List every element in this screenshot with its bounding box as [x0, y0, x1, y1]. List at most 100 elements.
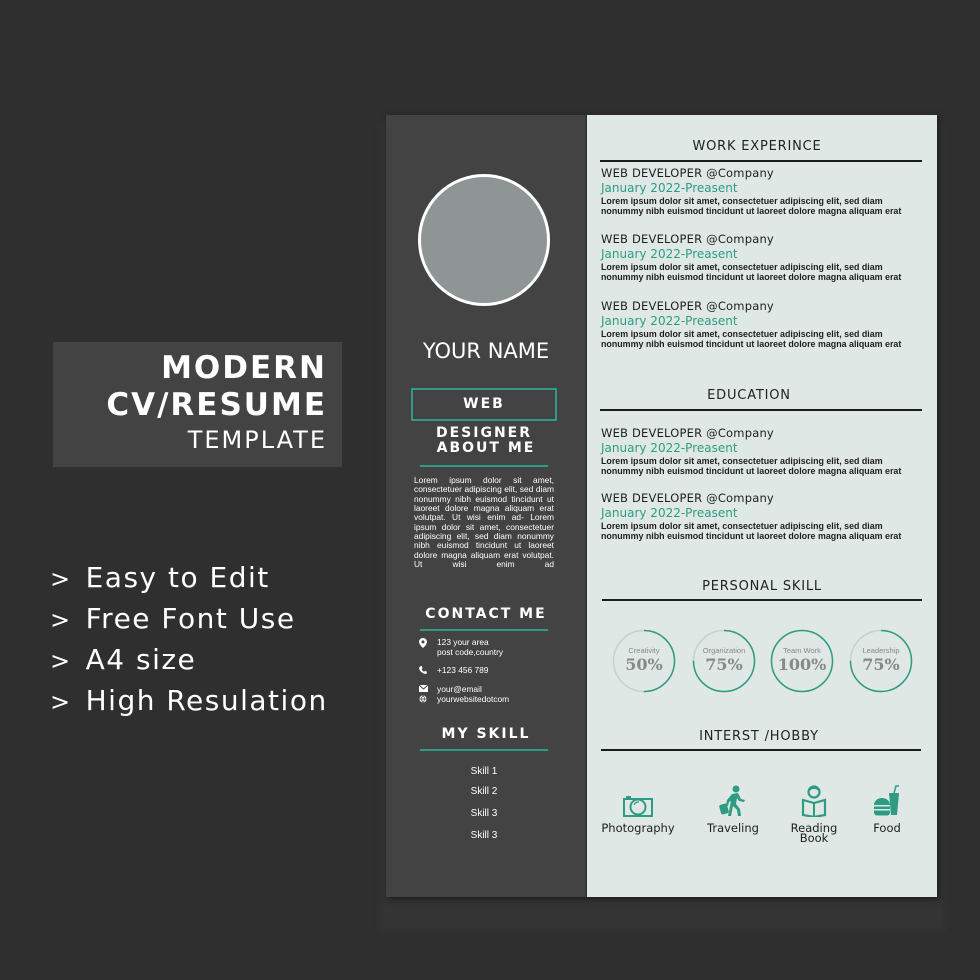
resume-main: WORK EXPERINCE WEB DEVELOPER @Company Ja… [587, 115, 937, 897]
feature-item: > A4 size [50, 642, 328, 683]
hobby-label: Food [873, 821, 901, 835]
entry-description: Lorem ipsum dolor sit amet, consectetuer… [601, 329, 931, 350]
chevron-right-icon: > [50, 565, 72, 593]
feature-text: Free Font Use [85, 602, 296, 635]
profile-photo-placeholder[interactable] [418, 174, 550, 306]
work-entry: WEB DEVELOPER @Company January 2022-Prea… [601, 299, 931, 350]
hobby-food: Food [842, 781, 932, 835]
entry-description-line: Lorem ipsum dolor sit amet, consectetuer… [601, 262, 883, 272]
chevron-right-icon: > [50, 606, 72, 634]
entry-description-line: nonummy nibh euismod tincidunt ut laoree… [601, 206, 902, 217]
entry-date: January 2022-Preasent [601, 181, 738, 195]
personal-skill-divider [602, 599, 922, 601]
skill-item: Skill 3 [470, 830, 498, 841]
skill-gauge-value: 75% [705, 655, 743, 674]
hobby-label-line: Book [799, 831, 829, 845]
skill-gauge-value: 100% [777, 655, 827, 674]
entry-description-line: Lorem ipsum dolor sit amet, consectetuer… [601, 521, 883, 531]
location-pin-icon [418, 638, 428, 651]
website-address: yourwebsitedotcom [437, 694, 510, 704]
education-entry: WEB DEVELOPER @Company January 2022-Prea… [601, 426, 931, 477]
entry-description: Lorem ipsum dolor sit amet, consectetuer… [601, 262, 931, 283]
promo-title-cv-resume: CV/RESUME [106, 387, 327, 423]
food-icon [842, 781, 932, 817]
entry-description-line: nonummy nibh euismod tincidunt ut laoree… [601, 272, 902, 283]
skill-gauge-team-work: Team Work 100% [770, 629, 834, 693]
my-skill-heading: MY SKILL [441, 726, 531, 742]
entry-description: Lorem ipsum dolor sit amet, consectetuer… [601, 521, 931, 542]
entry-title: WEB DEVELOPER @Company [601, 491, 774, 505]
resume-role-badge: WEB DESIGNER [411, 388, 557, 441]
skill-item: Skill 3 [470, 808, 498, 819]
hobby-heading: INTERST /HOBBY [699, 729, 819, 744]
entry-description: Lorem ipsum dolor sit amet, consectetuer… [601, 456, 931, 477]
feature-list: > Easy to Edit > Free Font Use > A4 size > H… [50, 560, 328, 724]
phone-number: +123 456 789 [437, 665, 489, 675]
entry-date: January 2022-Preasent [601, 314, 738, 328]
skill-gauge-label: Organization [702, 646, 746, 655]
feature-text: High Resulation [85, 684, 328, 717]
chevron-right-icon: > [50, 647, 72, 675]
entry-date: January 2022-Preasent [601, 441, 738, 455]
education-entry: WEB DEVELOPER @Company January 2022-Prea… [601, 491, 931, 542]
skill-gauge-leadership: Leadership 75% [849, 629, 913, 693]
skill-gauge-organization: Organization 75% [692, 629, 756, 693]
chevron-right-icon: > [50, 688, 72, 716]
promo-title-template: TEMPLATE [187, 426, 327, 454]
my-skill-divider [420, 749, 548, 751]
entry-title: WEB DEVELOPER @Company [601, 166, 774, 180]
contact-divider [420, 629, 548, 631]
about-divider [420, 465, 548, 467]
contact-heading: CONTACT ME [425, 606, 547, 622]
skill-item: Skill 2 [470, 786, 498, 797]
entry-title: WEB DEVELOPER @Company [601, 426, 774, 440]
about-heading: ABOUT ME [436, 440, 536, 456]
skill-gauge-value: 75% [862, 655, 900, 674]
feature-item: > Free Font Use [50, 601, 328, 642]
entry-title: WEB DEVELOPER @Company [601, 299, 774, 313]
hobby-traveling: Traveling [688, 781, 778, 835]
feature-text: A4 size [85, 643, 197, 676]
traveler-icon [688, 781, 778, 817]
resume-sidebar: YOUR NAME WEB DESIGNER ABOUT ME Lorem ip… [386, 115, 586, 897]
hobby-photography: Photography [593, 781, 683, 835]
work-heading: WORK EXPERINCE [692, 139, 822, 154]
feature-text: Easy to Edit [85, 561, 270, 594]
promo-title-box: MODERN CV/RESUME TEMPLATE [53, 342, 342, 467]
work-divider [600, 160, 922, 162]
camera-icon [593, 781, 683, 817]
entry-date: January 2022-Preasent [601, 506, 738, 520]
entry-description: Lorem ipsum dolor sit amet, consectetuer… [601, 196, 931, 217]
entry-description-line: nonummy nibh euismod tincidunt ut laoree… [601, 531, 902, 542]
promo-title-modern: MODERN [161, 350, 327, 386]
feature-item: > High Resulation [50, 683, 328, 724]
entry-description-line: Lorem ipsum dolor sit amet, consectetuer… [601, 329, 883, 339]
globe-icon [418, 695, 428, 706]
email-icon [418, 684, 428, 695]
skill-gauge-value: 50% [625, 655, 663, 674]
hobby-divider [601, 749, 921, 751]
feature-item: > Easy to Edit [50, 560, 328, 601]
work-entry: WEB DEVELOPER @Company January 2022-Prea… [601, 232, 931, 283]
entry-description-line: nonummy nibh euismod tincidunt ut laoree… [601, 339, 902, 350]
skill-gauge-label: Creativity [628, 646, 660, 655]
about-text: Lorem ipsum dolor sit amet, consectetuer… [414, 475, 554, 570]
personal-skill-heading: PERSONAL SKILL [702, 579, 822, 594]
entry-title: WEB DEVELOPER @Company [601, 232, 774, 246]
work-entry: WEB DEVELOPER @Company January 2022-Prea… [601, 166, 931, 217]
resume-name: YOUR NAME [422, 339, 550, 363]
hobby-label: Photography [601, 821, 675, 835]
education-divider [600, 409, 922, 411]
skill-item: Skill 1 [470, 766, 498, 777]
entry-description-line: Lorem ipsum dolor sit amet, consectetuer… [601, 456, 883, 466]
education-heading: EDUCATION [707, 388, 791, 403]
skill-gauge-label: Leadership [862, 646, 900, 655]
entry-date: January 2022-Preasent [601, 247, 738, 261]
hobby-label: Traveling [707, 821, 759, 835]
resume-document: YOUR NAME WEB DESIGNER ABOUT ME Lorem ip… [386, 115, 937, 897]
address-line-2: post code,country [437, 646, 504, 657]
skill-gauge-creativity: Creativity 50% [612, 629, 676, 693]
skill-gauge-label: Team Work [783, 646, 821, 655]
entry-description-line: Lorem ipsum dolor sit amet, consectetuer… [601, 196, 883, 206]
entry-description-line: nonummy nibh euismod tincidunt ut laoree… [601, 466, 902, 477]
